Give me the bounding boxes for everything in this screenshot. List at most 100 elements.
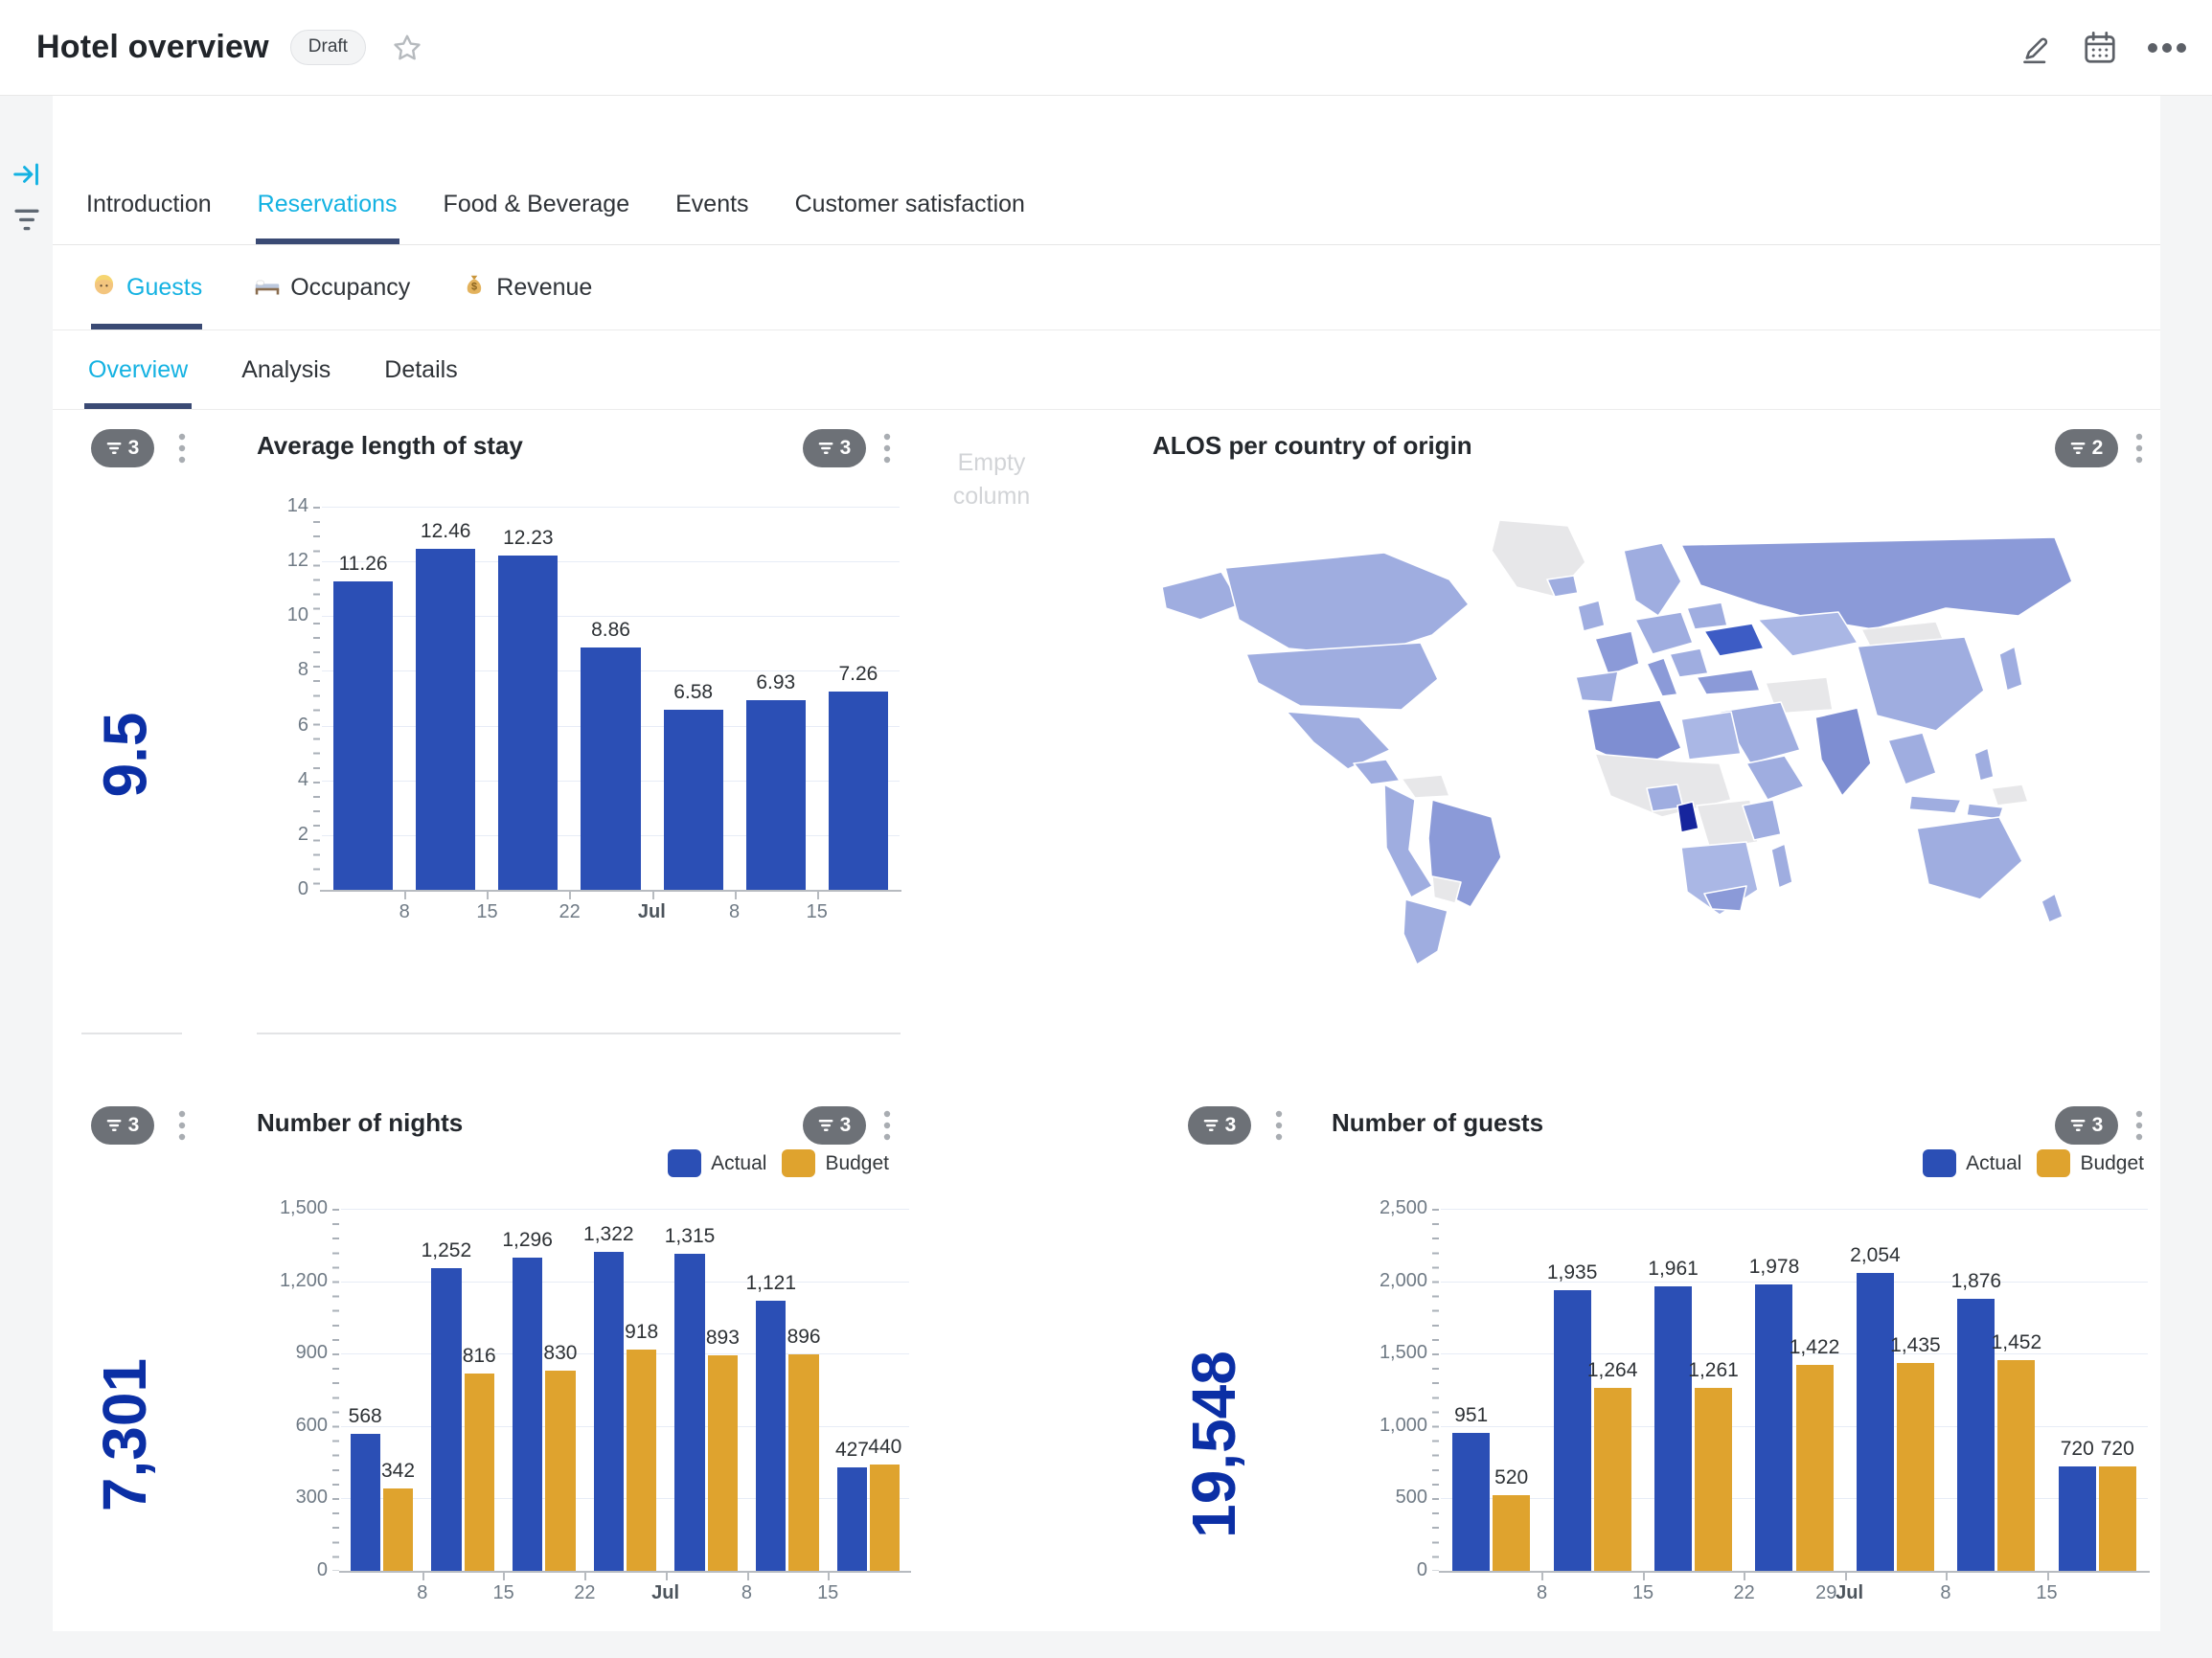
tab-guests[interactable]: Guests [91, 245, 202, 329]
kebab-menu-icon[interactable] [2129, 427, 2150, 469]
region-russia[interactable] [1681, 537, 2072, 629]
tab-analysis[interactable]: Analysis [238, 330, 334, 409]
bar-value[interactable] [581, 647, 640, 890]
tab-details[interactable]: Details [380, 330, 461, 409]
region-canada[interactable] [1225, 553, 1469, 656]
region-indonesia-west[interactable] [1909, 796, 1961, 813]
favorite-star-icon[interactable] [391, 32, 423, 64]
calendar-icon[interactable] [2082, 30, 2118, 66]
kebab-menu-icon[interactable] [171, 1104, 193, 1147]
region-australia[interactable] [1917, 817, 2022, 899]
bar-budget[interactable] [1695, 1388, 1732, 1571]
bar-budget[interactable] [870, 1465, 900, 1571]
tab-food-beverage[interactable]: Food & Beverage [442, 171, 632, 244]
region-horn-of-africa[interactable] [1746, 756, 1804, 800]
legend-label: Budget [2080, 1152, 2144, 1175]
kebab-menu-icon[interactable] [171, 427, 193, 469]
bar-value[interactable] [746, 700, 806, 890]
region-ukraine[interactable] [1704, 624, 1764, 656]
bar-budget[interactable] [1796, 1365, 1834, 1571]
bar-actual[interactable] [1857, 1273, 1894, 1571]
filter-badge[interactable]: 2 [2055, 429, 2118, 467]
tab-events[interactable]: Events [673, 171, 750, 244]
tab-overview[interactable]: Overview [84, 330, 192, 409]
region-balkans[interactable] [1670, 648, 1708, 677]
region-usa[interactable] [1246, 643, 1438, 710]
tab-introduction[interactable]: Introduction [84, 171, 214, 244]
region-venezuela[interactable] [1402, 775, 1449, 798]
bar-budget[interactable] [545, 1371, 575, 1571]
bar-actual[interactable] [2059, 1466, 2096, 1571]
bar-budget[interactable] [465, 1374, 494, 1571]
region-kazakhstan[interactable] [1758, 612, 1858, 656]
region-madagascar[interactable] [1771, 844, 1792, 888]
bar-actual[interactable] [1755, 1284, 1792, 1571]
bar-actual[interactable] [594, 1252, 624, 1571]
filter-badge[interactable]: 3 [91, 429, 154, 467]
region-iberia[interactable] [1576, 671, 1618, 702]
region-india[interactable] [1815, 708, 1871, 796]
bar-budget[interactable] [1493, 1495, 1530, 1571]
edit-pencil-icon[interactable] [2018, 31, 2053, 65]
kebab-menu-icon[interactable] [877, 427, 898, 469]
bar-actual[interactable] [513, 1258, 542, 1571]
bar-budget[interactable] [708, 1355, 738, 1571]
bar-budget[interactable] [788, 1354, 818, 1571]
region-france[interactable] [1595, 631, 1639, 675]
more-options-icon[interactable] [2147, 42, 2187, 54]
region-libya-egypt[interactable] [1681, 712, 1741, 760]
region-central-america[interactable] [1354, 760, 1400, 784]
filter-badge[interactable]: 3 [2055, 1106, 2118, 1145]
legend-item[interactable]: Budget [2037, 1149, 2144, 1177]
tab-customer-satisfaction[interactable]: Customer satisfaction [793, 171, 1027, 244]
region-italy[interactable] [1647, 658, 1677, 696]
bar-value[interactable] [664, 710, 723, 890]
region-colombia-peru[interactable] [1384, 784, 1432, 897]
bar-actual[interactable] [837, 1467, 867, 1571]
tab-occupancy[interactable]: Occupancy [254, 245, 410, 329]
bar-actual[interactable] [351, 1434, 380, 1571]
bar-budget[interactable] [383, 1488, 413, 1571]
legend-item[interactable]: Budget [782, 1149, 889, 1177]
legend-item[interactable]: Actual [668, 1149, 766, 1177]
bar-budget[interactable] [2099, 1466, 2136, 1571]
region-papua-new-guinea[interactable] [1992, 784, 2028, 806]
bar-budget[interactable] [1897, 1363, 1934, 1571]
legend-item[interactable]: Actual [1923, 1149, 2021, 1177]
region-new-zealand[interactable] [2041, 894, 2063, 922]
region-china[interactable] [1858, 637, 1984, 731]
bar-value[interactable] [333, 581, 393, 890]
kebab-menu-icon[interactable] [877, 1104, 898, 1147]
bar-value[interactable] [416, 549, 475, 890]
bar-actual[interactable] [674, 1254, 704, 1571]
bar-actual[interactable] [1452, 1433, 1490, 1571]
filter-list-icon[interactable] [12, 205, 41, 240]
bar-actual[interactable] [1554, 1290, 1591, 1571]
filter-badge[interactable]: 3 [803, 429, 866, 467]
bar-budget[interactable] [1997, 1360, 2035, 1571]
bar-value[interactable] [498, 556, 558, 890]
region-myanmar-thailand[interactable] [1888, 733, 1936, 784]
kebab-menu-icon[interactable] [1268, 1104, 1289, 1147]
region-japan[interactable] [1999, 647, 2022, 691]
region-philippines[interactable] [1974, 748, 1994, 781]
kebab-menu-icon[interactable] [2129, 1104, 2150, 1147]
collapse-filter-panel-icon[interactable] [11, 159, 42, 194]
filter-badge[interactable]: 3 [1188, 1106, 1251, 1145]
bar-value[interactable] [829, 692, 888, 890]
bar-budget[interactable] [627, 1350, 656, 1571]
filter-badge[interactable]: 3 [803, 1106, 866, 1145]
region-uk-ireland[interactable] [1578, 601, 1605, 631]
region-argentina-chile[interactable] [1403, 899, 1448, 965]
bar-budget[interactable] [1594, 1388, 1631, 1571]
app-header: Hotel overview Draft [0, 0, 2212, 96]
region-central-europe[interactable] [1635, 612, 1693, 654]
world-choropleth-map[interactable] [1145, 512, 2155, 972]
region-scandinavia[interactable] [1624, 543, 1681, 616]
filter-badge[interactable]: 3 [91, 1106, 154, 1145]
tab-revenue[interactable]: $ Revenue [462, 245, 592, 329]
bar-actual[interactable] [431, 1268, 461, 1571]
tab-reservations[interactable]: Reservations [256, 171, 399, 244]
bar-actual[interactable] [1654, 1286, 1692, 1571]
region-belarus-baltics[interactable] [1687, 602, 1727, 629]
